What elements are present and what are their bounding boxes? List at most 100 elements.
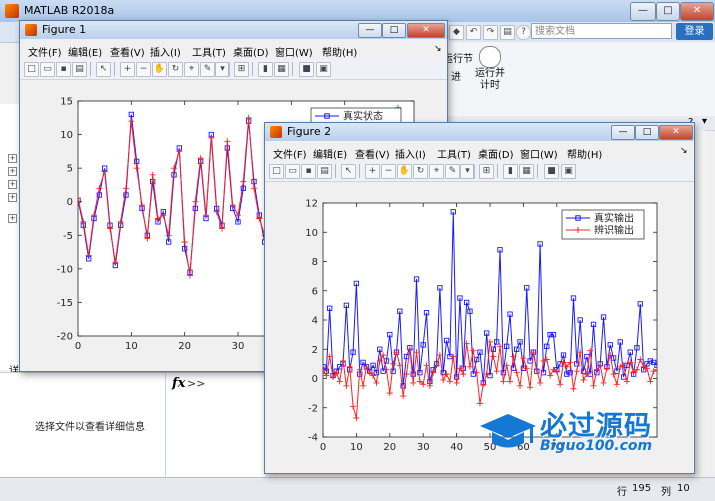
col-label: 列 <box>661 487 671 498</box>
tree-expand-icon[interactable]: + <box>8 180 17 189</box>
colorbar-icon[interactable]: ▮ <box>503 164 518 179</box>
function-browser-icon[interactable]: fx <box>172 376 185 391</box>
toolbar-separator <box>497 164 498 178</box>
legend-icon[interactable]: ▦ <box>519 164 534 179</box>
legend-label: 真实状态 <box>343 110 383 123</box>
menu-item[interactable]: 工具(T) <box>437 146 471 161</box>
y-tick-label: -20 <box>57 332 73 343</box>
hide-plot-tools-icon[interactable]: ■ <box>299 62 314 77</box>
tree-expand-icon[interactable]: + <box>8 214 17 223</box>
brush-icon[interactable]: ✎ <box>445 164 460 179</box>
menu-item[interactable]: 编辑(E) <box>68 44 102 59</box>
pan-hand-icon[interactable]: ✋ <box>152 62 167 77</box>
tree-expand-icon[interactable]: + <box>8 154 17 163</box>
menu-item[interactable]: 查看(V) <box>355 146 390 161</box>
minimize-button[interactable]: — <box>611 125 635 140</box>
hide-plot-tools-icon[interactable]: ■ <box>544 164 559 179</box>
x-tick-label: 10 <box>125 341 138 352</box>
editor-ribbon: 运行节 进 运行并 计时 <box>443 42 715 117</box>
save-icon[interactable]: ▪ <box>56 62 71 77</box>
zoom-out-icon[interactable]: − <box>136 62 151 77</box>
x-tick-label: 40 <box>450 442 463 453</box>
command-prompt: >> <box>187 377 206 390</box>
y-tick-label: 6 <box>312 286 318 297</box>
x-tick-label: 30 <box>232 341 245 352</box>
figure-2-title-bar[interactable]: Figure 2 — □ ✕ <box>265 123 694 141</box>
dock-arrow-icon[interactable]: ↘ <box>434 44 442 54</box>
zoom-in-icon[interactable]: + <box>120 62 135 77</box>
menu-item[interactable]: 查看(V) <box>110 44 145 59</box>
link-plot-icon[interactable]: ⊞ <box>479 164 494 179</box>
y-tick-label: 5 <box>67 164 73 175</box>
graduation-cap-logo <box>480 414 536 448</box>
close-button[interactable]: ✕ <box>659 125 693 140</box>
print-icon[interactable]: ▤ <box>317 164 332 179</box>
tree-expand-icon[interactable]: + <box>8 167 17 176</box>
menu-item[interactable]: 帮助(H) <box>567 146 602 161</box>
print-icon[interactable]: ▤ <box>72 62 87 77</box>
minimize-button[interactable]: — <box>358 23 382 38</box>
minimize-button[interactable]: — <box>630 2 656 21</box>
select-arrow-icon[interactable]: ↖ <box>341 164 356 179</box>
y-tick-label: 15 <box>60 97 73 108</box>
pan-hand-icon[interactable]: ✋ <box>397 164 412 179</box>
menu-item[interactable]: 窗口(W) <box>520 146 558 161</box>
maximize-button[interactable]: □ <box>635 125 659 140</box>
data-cursor-icon[interactable]: ⌖ <box>184 62 199 77</box>
new-figure-icon[interactable]: □ <box>269 164 284 179</box>
brush-icon[interactable]: ✎ <box>200 62 215 77</box>
new-figure-icon[interactable]: □ <box>24 62 39 77</box>
show-plot-tools-icon[interactable]: ▣ <box>316 62 331 77</box>
y-tick-label: 4 <box>312 316 318 327</box>
save-icon[interactable]: ▪ <box>301 164 316 179</box>
toolbar-separator <box>90 62 91 76</box>
status-bar: 行 195 列 10 <box>0 477 715 501</box>
open-file-icon[interactable]: ▭ <box>285 164 300 179</box>
dock-arrow-icon[interactable]: ↘ <box>680 146 688 156</box>
link-plot-icon[interactable]: ⊞ <box>234 62 249 77</box>
maximize-button[interactable]: □ <box>656 2 680 21</box>
y-tick-label: -5 <box>63 231 73 242</box>
figure-icon <box>270 126 282 138</box>
switch-windows-icon[interactable]: ▤ <box>500 25 515 40</box>
menu-item[interactable]: 桌面(D) <box>478 146 514 161</box>
close-button[interactable]: ✕ <box>680 2 714 21</box>
show-plot-tools-icon[interactable]: ▣ <box>561 164 576 179</box>
login-button[interactable]: 登录 <box>676 23 713 40</box>
zoom-out-icon[interactable]: − <box>381 164 396 179</box>
rotate-icon[interactable]: ↻ <box>413 164 428 179</box>
menu-item[interactable]: 帮助(H) <box>322 44 357 59</box>
maximize-button[interactable]: □ <box>382 23 406 38</box>
help-icon[interactable]: ? <box>516 25 531 40</box>
y-tick-label: 10 <box>60 130 73 141</box>
zoom-in-icon[interactable]: + <box>365 164 380 179</box>
colorbar-icon[interactable]: ▮ <box>258 62 273 77</box>
chevron-down-icon[interactable]: ▾ <box>702 116 707 127</box>
run-and-time-label[interactable]: 运行并 计时 <box>471 68 509 92</box>
menu-item[interactable]: 桌面(D) <box>233 44 269 59</box>
redo-icon[interactable]: ↷ <box>483 25 498 40</box>
menu-item[interactable]: 窗口(W) <box>275 44 313 59</box>
toolbar-separator <box>228 62 229 76</box>
menu-item[interactable]: 编辑(E) <box>313 146 347 161</box>
details-hint: 选择文件以查看详细信息 <box>35 422 145 433</box>
run-and-time-icon[interactable] <box>479 46 501 68</box>
open-file-icon[interactable]: ▭ <box>40 62 55 77</box>
select-arrow-icon[interactable]: ↖ <box>96 62 111 77</box>
close-button[interactable]: ✕ <box>407 23 445 38</box>
menu-item[interactable]: 工具(T) <box>192 44 226 59</box>
menu-item[interactable]: 插入(I) <box>395 146 426 161</box>
quick-access-icon[interactable]: ◆ <box>449 25 464 40</box>
data-cursor-icon[interactable]: ⌖ <box>429 164 444 179</box>
undo-icon[interactable]: ↶ <box>466 25 481 40</box>
legend-icon[interactable]: ▦ <box>274 62 289 77</box>
menu-item[interactable]: 插入(I) <box>150 44 181 59</box>
figure-1-title: Figure 1 <box>42 23 87 36</box>
search-documentation-input[interactable]: 搜索文档 <box>531 23 672 39</box>
menu-item[interactable]: 文件(F) <box>28 44 62 59</box>
menu-item[interactable]: 文件(F) <box>273 146 307 161</box>
rotate-icon[interactable]: ↻ <box>168 62 183 77</box>
advance-label[interactable]: 进 <box>445 72 467 84</box>
tree-expand-icon[interactable]: + <box>8 193 17 202</box>
figure-1-title-bar[interactable]: Figure 1 — □ ✕ <box>20 21 447 39</box>
